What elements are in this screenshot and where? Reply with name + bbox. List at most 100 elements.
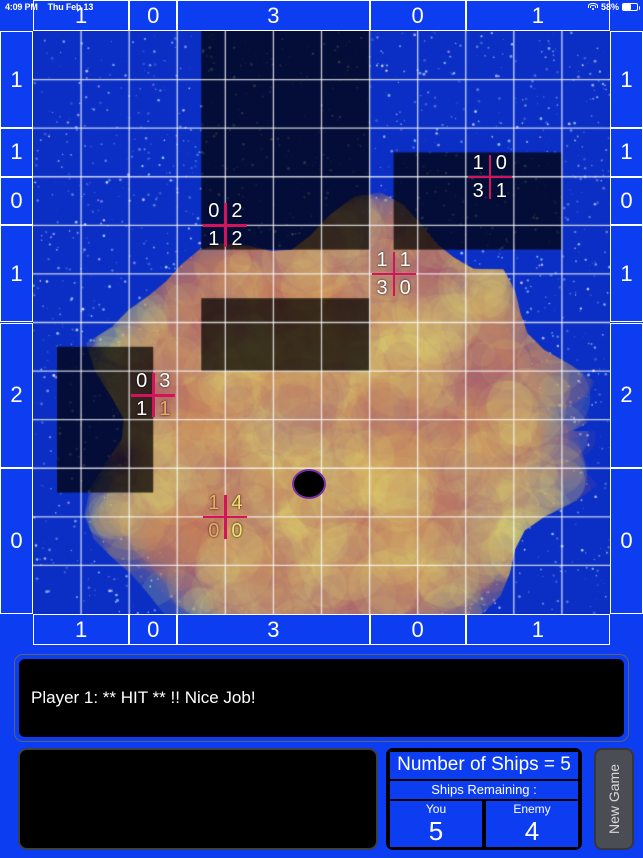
- grid-cell[interactable]: [562, 371, 610, 420]
- grid-cell[interactable]: [129, 274, 177, 323]
- grid-cell[interactable]: [81, 565, 129, 614]
- grid-cell[interactable]: [129, 323, 177, 372]
- grid-cell[interactable]: [129, 128, 177, 177]
- grid-cell[interactable]: [562, 468, 610, 517]
- grid-cell[interactable]: [225, 274, 273, 323]
- grid-cell[interactable]: [81, 420, 129, 469]
- grid-cell[interactable]: [33, 468, 81, 517]
- grid-cell[interactable]: [418, 31, 466, 80]
- grid-cell[interactable]: [514, 225, 562, 274]
- grid-cell[interactable]: [322, 565, 370, 614]
- grid-cell[interactable]: [370, 517, 418, 566]
- grid-cell[interactable]: [418, 468, 466, 517]
- grid-cell[interactable]: [81, 274, 129, 323]
- grid-cell[interactable]: [466, 565, 514, 614]
- grid-cell[interactable]: [322, 80, 370, 129]
- grid-cell[interactable]: [514, 80, 562, 129]
- grid-area[interactable]: 02121031113003111400: [33, 31, 610, 614]
- grid-cell[interactable]: [418, 274, 466, 323]
- grid-cell[interactable]: [33, 565, 81, 614]
- grid-cell[interactable]: [177, 371, 225, 420]
- grid-cell[interactable]: [370, 371, 418, 420]
- grid-cell[interactable]: [562, 274, 610, 323]
- grid-cell[interactable]: [273, 420, 321, 469]
- grid-cell[interactable]: [177, 80, 225, 129]
- grid-cell[interactable]: [177, 420, 225, 469]
- grid-cell[interactable]: [562, 517, 610, 566]
- grid-cell[interactable]: [418, 80, 466, 129]
- grid-cell[interactable]: [273, 274, 321, 323]
- grid-cell[interactable]: [370, 128, 418, 177]
- grid-cell[interactable]: [81, 31, 129, 80]
- grid-cell[interactable]: [466, 274, 514, 323]
- grid-cell[interactable]: [418, 371, 466, 420]
- grid-cell[interactable]: [129, 177, 177, 226]
- grid-cell[interactable]: [562, 420, 610, 469]
- grid-cell[interactable]: [322, 517, 370, 566]
- grid-cell[interactable]: [33, 323, 81, 372]
- grid-cell[interactable]: [322, 31, 370, 80]
- new-game-button[interactable]: New Game: [594, 748, 634, 850]
- grid-cell[interactable]: [225, 565, 273, 614]
- grid-cell[interactable]: [322, 420, 370, 469]
- grid-cell[interactable]: [514, 420, 562, 469]
- grid-cell[interactable]: [466, 420, 514, 469]
- grid-cell[interactable]: [370, 565, 418, 614]
- grid-cell[interactable]: [562, 31, 610, 80]
- grid-cell[interactable]: [33, 517, 81, 566]
- grid-cell[interactable]: [273, 31, 321, 80]
- grid-cell[interactable]: [273, 517, 321, 566]
- grid-cell[interactable]: [418, 323, 466, 372]
- grid-cell[interactable]: [225, 31, 273, 80]
- grid-cell[interactable]: [418, 128, 466, 177]
- grid-cell[interactable]: [466, 517, 514, 566]
- grid-cell[interactable]: [81, 468, 129, 517]
- grid-cell[interactable]: [562, 565, 610, 614]
- grid-cell[interactable]: [33, 31, 81, 80]
- grid-cell[interactable]: [370, 80, 418, 129]
- grid-cell[interactable]: [466, 371, 514, 420]
- grid-cell[interactable]: [273, 80, 321, 129]
- grid-cell[interactable]: [562, 225, 610, 274]
- grid-cell[interactable]: [322, 274, 370, 323]
- grid-cell[interactable]: [370, 468, 418, 517]
- grid-cell[interactable]: [322, 371, 370, 420]
- grid-cell[interactable]: [177, 31, 225, 80]
- grid-cell[interactable]: [562, 177, 610, 226]
- grid-cell[interactable]: [322, 128, 370, 177]
- grid-cell[interactable]: [33, 177, 81, 226]
- grid-cell[interactable]: [418, 565, 466, 614]
- grid-cell[interactable]: [418, 420, 466, 469]
- grid-cell[interactable]: [225, 323, 273, 372]
- grid-cell[interactable]: [273, 323, 321, 372]
- grid-cell[interactable]: [562, 128, 610, 177]
- grid-cell[interactable]: [129, 468, 177, 517]
- grid-cell[interactable]: [81, 128, 129, 177]
- grid-cell[interactable]: [514, 177, 562, 226]
- grid-cell[interactable]: [177, 565, 225, 614]
- grid-cell[interactable]: [370, 31, 418, 80]
- grid-cell[interactable]: [81, 225, 129, 274]
- grid-cell[interactable]: [273, 565, 321, 614]
- grid-cell[interactable]: [225, 371, 273, 420]
- grid-cell[interactable]: [129, 225, 177, 274]
- grid-cell[interactable]: [322, 468, 370, 517]
- grid-cell[interactable]: [514, 517, 562, 566]
- grid-cell[interactable]: [225, 80, 273, 129]
- grid-cell[interactable]: [33, 128, 81, 177]
- grid-cell[interactable]: [562, 80, 610, 129]
- grid-cell[interactable]: [514, 323, 562, 372]
- grid-cell[interactable]: [418, 225, 466, 274]
- grid-cell[interactable]: [129, 420, 177, 469]
- grid-cell[interactable]: [81, 177, 129, 226]
- grid-cell[interactable]: [514, 565, 562, 614]
- grid-cell[interactable]: [370, 323, 418, 372]
- grid-cell[interactable]: [33, 420, 81, 469]
- grid-cell[interactable]: [225, 128, 273, 177]
- grid-cell[interactable]: [418, 177, 466, 226]
- grid-cell[interactable]: [322, 323, 370, 372]
- grid-cell[interactable]: [129, 565, 177, 614]
- grid-cell[interactable]: [177, 274, 225, 323]
- grid-cell[interactable]: [466, 468, 514, 517]
- grid-cell[interactable]: [370, 420, 418, 469]
